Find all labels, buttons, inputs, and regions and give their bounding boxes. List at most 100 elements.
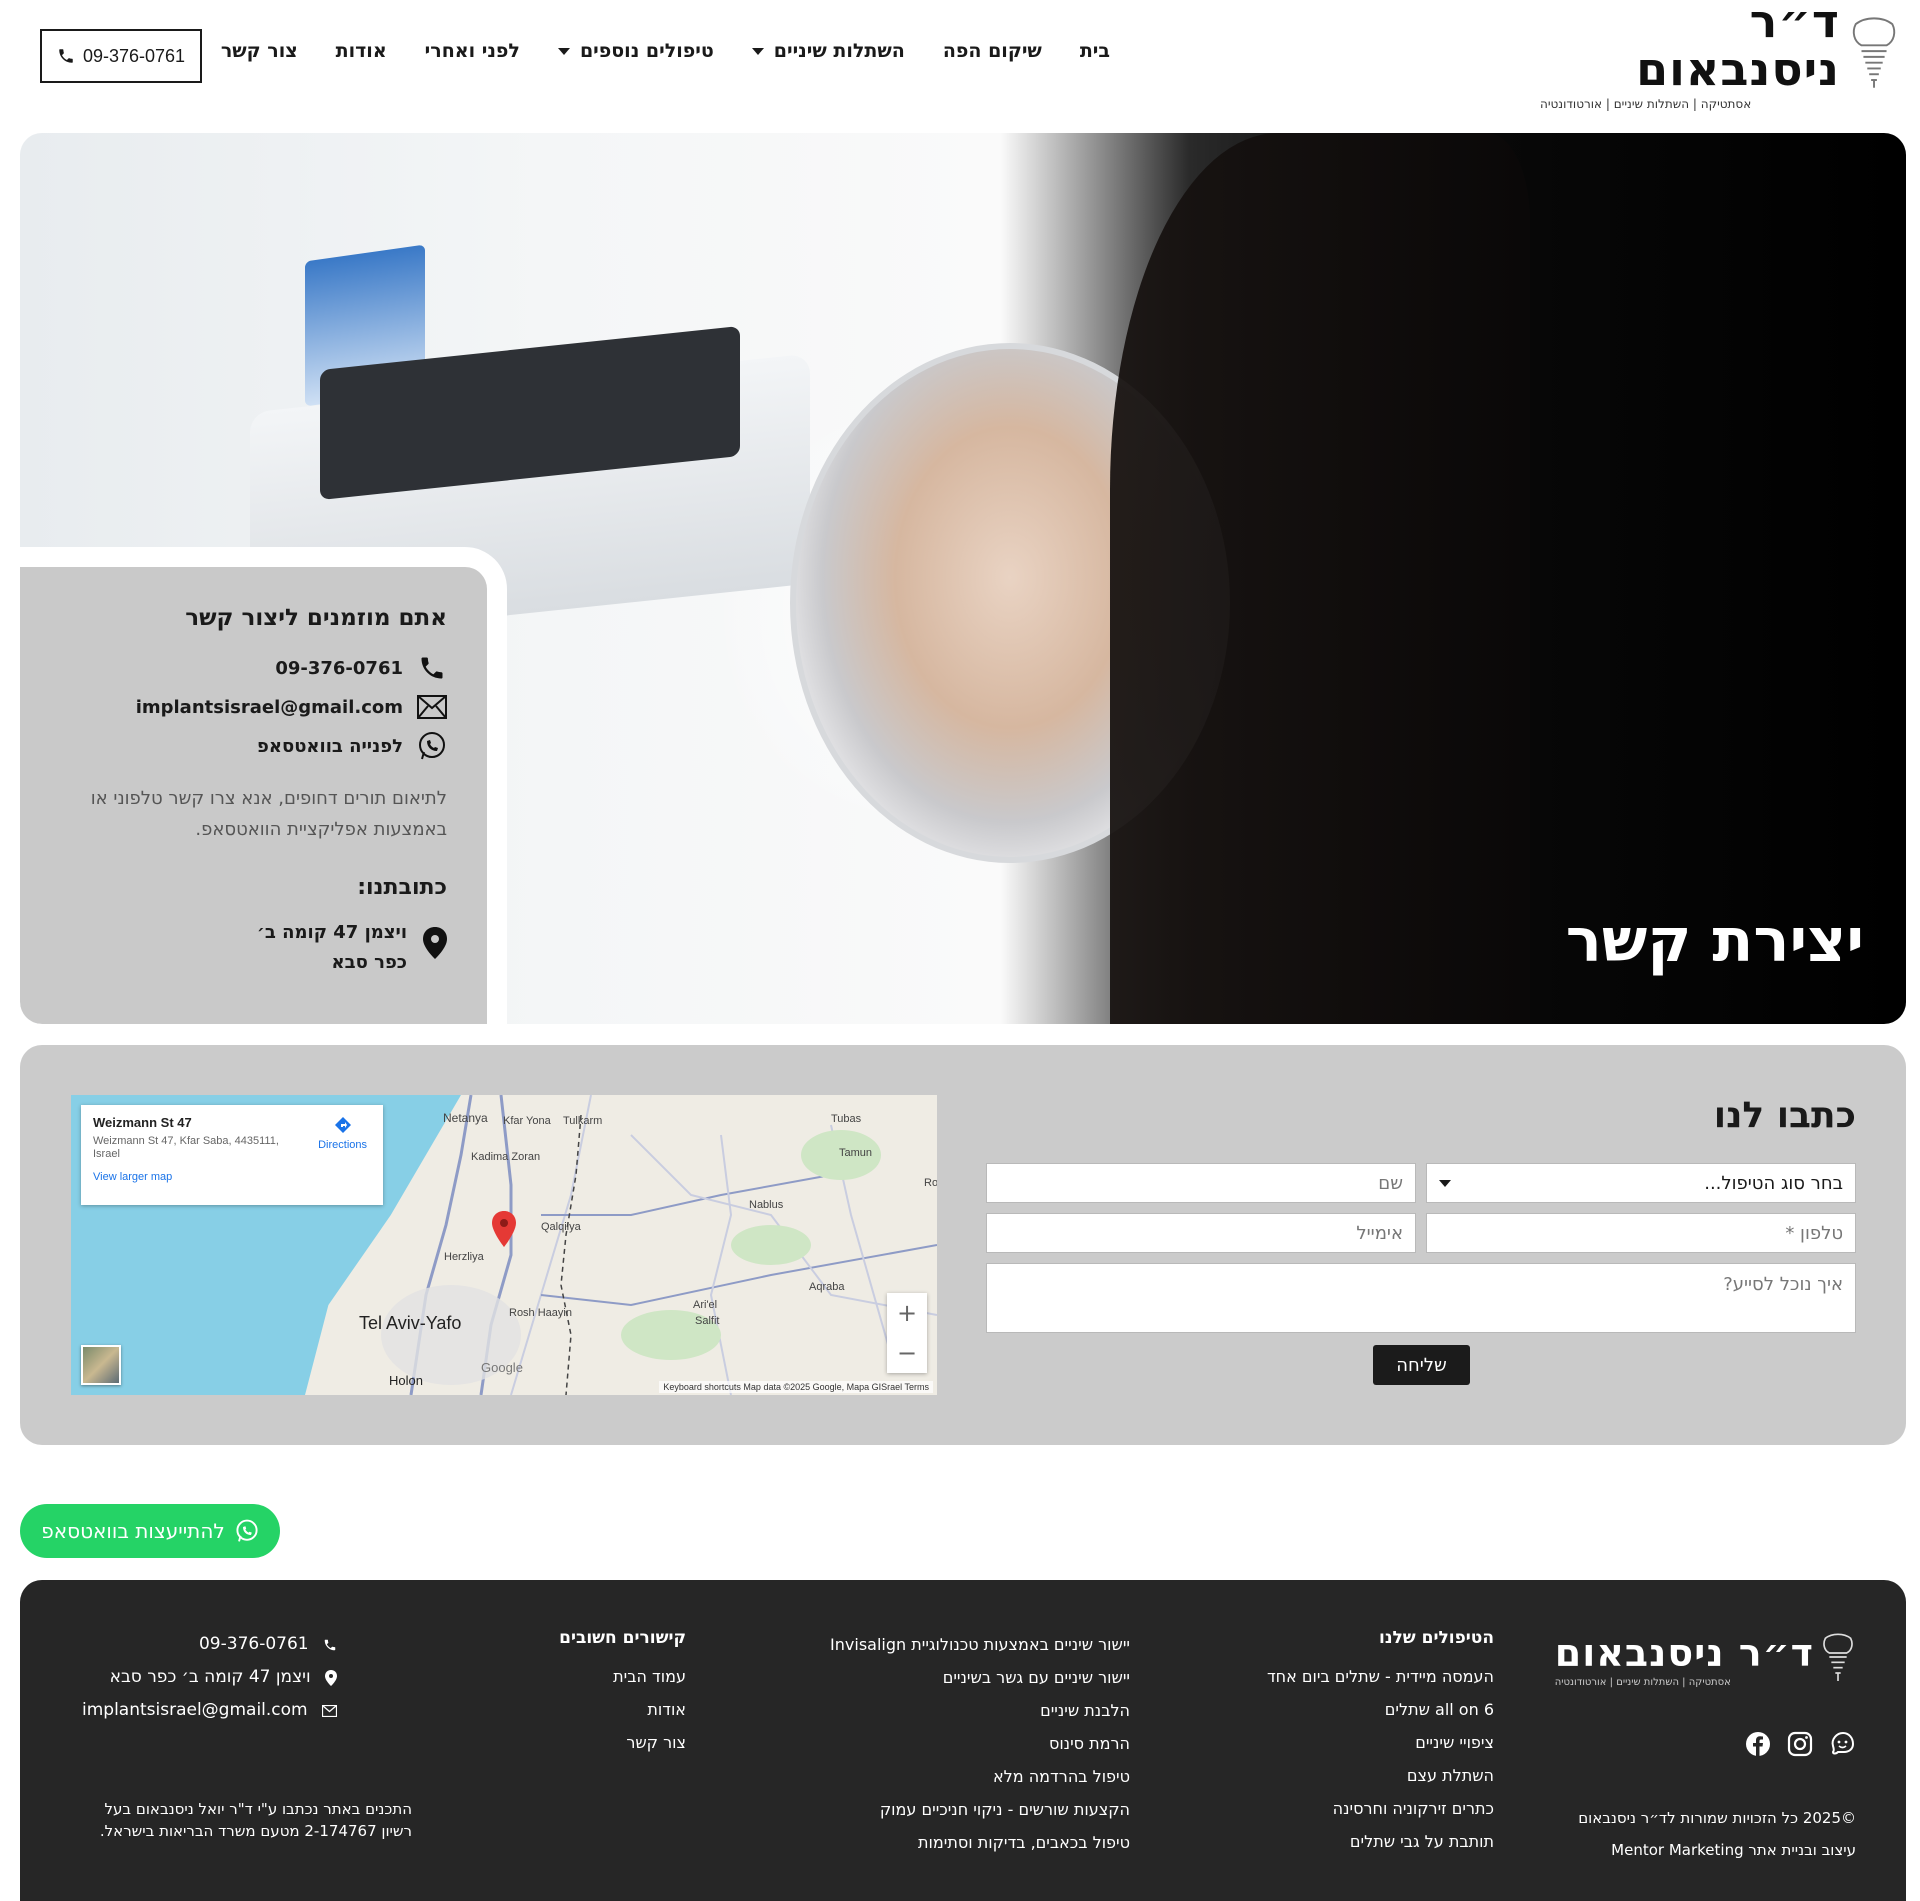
tooth-implant-icon [1852,17,1896,88]
contact-whatsapp-row[interactable]: לפנייה בוואטסאפ [60,731,447,761]
message-field[interactable]: איך נוכל לסייע? [986,1263,1856,1333]
directions-button[interactable]: Directions [318,1115,367,1151]
footer-treatment-link[interactable]: תותבת על גבי שתלים [1267,1825,1494,1858]
map-zoom-controls: + − [887,1293,927,1373]
footer-treatments-more-column: יישור שיניים באמצעות טכנולוגיית Invisali… [830,1628,1130,1859]
phone-icon [417,653,447,683]
google-map[interactable]: Netanya Kfar Yona Tulkarm Tubas Tamun Ka… [71,1095,937,1395]
site-footer: ד״ר ניסנבאום אסתטיקה | השתלות שיניים | א… [20,1580,1906,1901]
footer-treatment-link[interactable]: יישור שיניים עם גשר בשיניים [830,1661,1130,1694]
logo-tagline: אסתטיקה | השתלות שיניים | אורטודונטיה [1540,97,1752,111]
submit-button[interactable]: שליחה [1373,1345,1470,1385]
footer-logo-name: ד״ר ניסנבאום [1554,1630,1814,1675]
map-label-herzliya: Herzliya [444,1251,484,1263]
envelope-icon [321,1704,337,1717]
footer-link-about[interactable]: אודות [559,1693,686,1726]
footer-link-home[interactable]: עמוד הבית [559,1660,686,1693]
phone-icon [59,49,73,63]
hero-section: יצירת קשר אתם מוזמנים ליצור קשר 09-376-0… [20,133,1906,1024]
contact-whatsapp: לפנייה בוואטסאפ [257,735,403,757]
social-links [1744,1730,1856,1758]
header-phone-button[interactable]: 09-376-0761 [40,29,202,83]
map-label-kadima: Kadima Zoran [471,1151,541,1163]
treatment-select[interactable]: בחר סוג הטיפול... [1426,1163,1856,1203]
tooth-implant-icon [1823,1633,1853,1681]
footer-treatment-link[interactable]: ציפויי שיניים [1267,1726,1494,1759]
footer-logo[interactable]: ד״ר ניסנבאום אסתטיקה | השתלות שיניים | א… [1555,1630,1856,1688]
footer-treatment-link[interactable]: all on 6 שתלים [1267,1693,1494,1726]
whatsapp-icon [417,731,447,761]
view-larger-map-link[interactable]: View larger map [93,1171,371,1183]
map-attribution[interactable]: Keyboard shortcuts Map data ©2025 Google… [659,1381,933,1393]
site-logo[interactable]: ד״ר ניסנבאום אסתטיקה | השתלות שיניים | א… [1540,0,1900,111]
logo-name: ד״ר ניסנבאום [1636,0,1840,96]
nav-more-treatments[interactable]: טיפולים נוספים [557,40,714,62]
zoom-out-button[interactable]: − [887,1333,927,1373]
facebook-icon[interactable] [1744,1730,1772,1758]
form-title: כתבו לנו [1713,1095,1856,1136]
contact-card-title: אתם מוזמנים ליצור קשר [185,605,447,631]
name-field[interactable]: שם [986,1163,1416,1203]
address-lines: ויצמן 47 קומה ב׳ כפר סבא [257,918,407,978]
footer-contact: 09-376-0761 ויצמן 47 קומה ב׳ כפר סבא imp… [82,1628,337,1727]
map-label-tubas: Tubas [831,1113,862,1125]
envelope-icon [417,692,447,722]
phone-field[interactable]: טלפון * [1426,1213,1856,1253]
footer-treatment-link[interactable]: כתרים זירקוניה וחרסינה [1267,1792,1494,1825]
map-label-tulkarm: Tulkarm [563,1115,603,1127]
satellite-toggle[interactable] [81,1345,121,1385]
whatsapp-consult-button[interactable]: להתייעצות בוואטסאפ [20,1504,280,1558]
map-label-tel-aviv: Tel Aviv-Yafo [359,1313,462,1333]
map-label-tamun: Tamun [839,1147,873,1159]
waze-icon[interactable] [1828,1730,1856,1758]
footer-treatments-column: הטיפולים שלנו העמסה מיידית - שתלים ביום … [1267,1628,1494,1858]
main-nav: בית שיקום הפה השתלות שיניים טיפולים נוספ… [221,40,1110,62]
map-label-qalqilya: Qalqilya [541,1221,581,1233]
chevron-down-icon [1439,1179,1451,1187]
footer-email-row[interactable]: implantsisrael@gmail.com [82,1694,337,1727]
footer-disclaimer: התכנים באתר נכתבו ע"י ד"ר יואל ניסנבאום … [99,1800,412,1840]
contact-email-row[interactable]: implantsisrael@gmail.com [60,692,447,722]
map-info-card: Weizmann St 47 Weizmann St 47, Kfar Saba… [81,1105,383,1205]
whatsapp-consult-label: להתייעצות בוואטסאפ [41,1519,225,1543]
hero-title: יצירת קשר [1565,906,1864,976]
nav-before-after-label: לפני ואחרי [424,40,520,62]
footer-address-row: ויצמן 47 קומה ב׳ כפר סבא [82,1661,337,1694]
footer-treatment-link[interactable]: טיפול בכאבים, בדיקות וסתימות [830,1826,1130,1859]
nav-oral-rehab[interactable]: שיקום הפה [943,40,1042,62]
map-label-holon: Holon [389,1373,423,1388]
zoom-in-button[interactable]: + [887,1293,927,1333]
nav-before-after[interactable]: לפני ואחרי [425,40,520,62]
map-marker-icon[interactable] [492,1211,516,1247]
nav-contact-label: צור קשר [220,40,298,62]
contact-phone-row[interactable]: 09-376-0761 [60,653,447,683]
map-label-rosh-haayin: Rosh Haayin [509,1307,572,1319]
contact-card: אתם מוזמנים ליצור קשר 09-376-0761 implan… [20,567,487,1024]
name-placeholder: שם [1378,1172,1403,1194]
email-field[interactable]: אימייל [986,1213,1416,1253]
footer-credit[interactable]: עיצוב ובניית אתר Mentor Marketing [1578,1834,1856,1866]
nav-home-label: בית [1079,40,1110,62]
footer-links-column: קישורים חשובים עמוד הבית אודות צור קשר [559,1628,686,1759]
nav-implants[interactable]: השתלות שיניים [751,40,905,62]
nav-contact[interactable]: צור קשר [221,40,298,62]
footer-treatment-link[interactable]: העמסה מיידית - שתלים ביום אחד [1267,1660,1494,1693]
footer-treatment-link[interactable]: טיפול בהרדמה מלא [830,1760,1130,1793]
footer-treatment-link[interactable]: השתלת עצם [1267,1759,1494,1792]
footer-link-contact[interactable]: צור קשר [559,1726,686,1759]
footer-treatment-link[interactable]: הרמת סינוס [830,1727,1130,1760]
header-phone-number: 09-376-0761 [82,45,186,66]
footer-treatments-title: הטיפולים שלנו [1378,1628,1494,1648]
footer-phone-row[interactable]: 09-376-0761 [82,1628,337,1661]
instagram-icon[interactable] [1786,1730,1814,1758]
whatsapp-icon [236,1519,258,1542]
address-line-1: ויצמן 47 קומה ב׳ [256,922,407,943]
footer-treatment-link[interactable]: יישור שיניים באמצעות טכנולוגיית Invisali… [830,1628,1130,1661]
footer-treatment-link[interactable]: הלבנת שיניים [830,1694,1130,1727]
footer-phone: 09-376-0761 [198,1634,309,1654]
map-label-netanya: Netanya [443,1111,488,1125]
footer-treatment-link[interactable]: הקצעות שורשים - ניקוי חניכיים עמוק [830,1793,1130,1826]
phone-icon [324,1639,335,1650]
nav-home[interactable]: בית [1080,40,1110,62]
nav-about[interactable]: אודות [336,40,387,62]
